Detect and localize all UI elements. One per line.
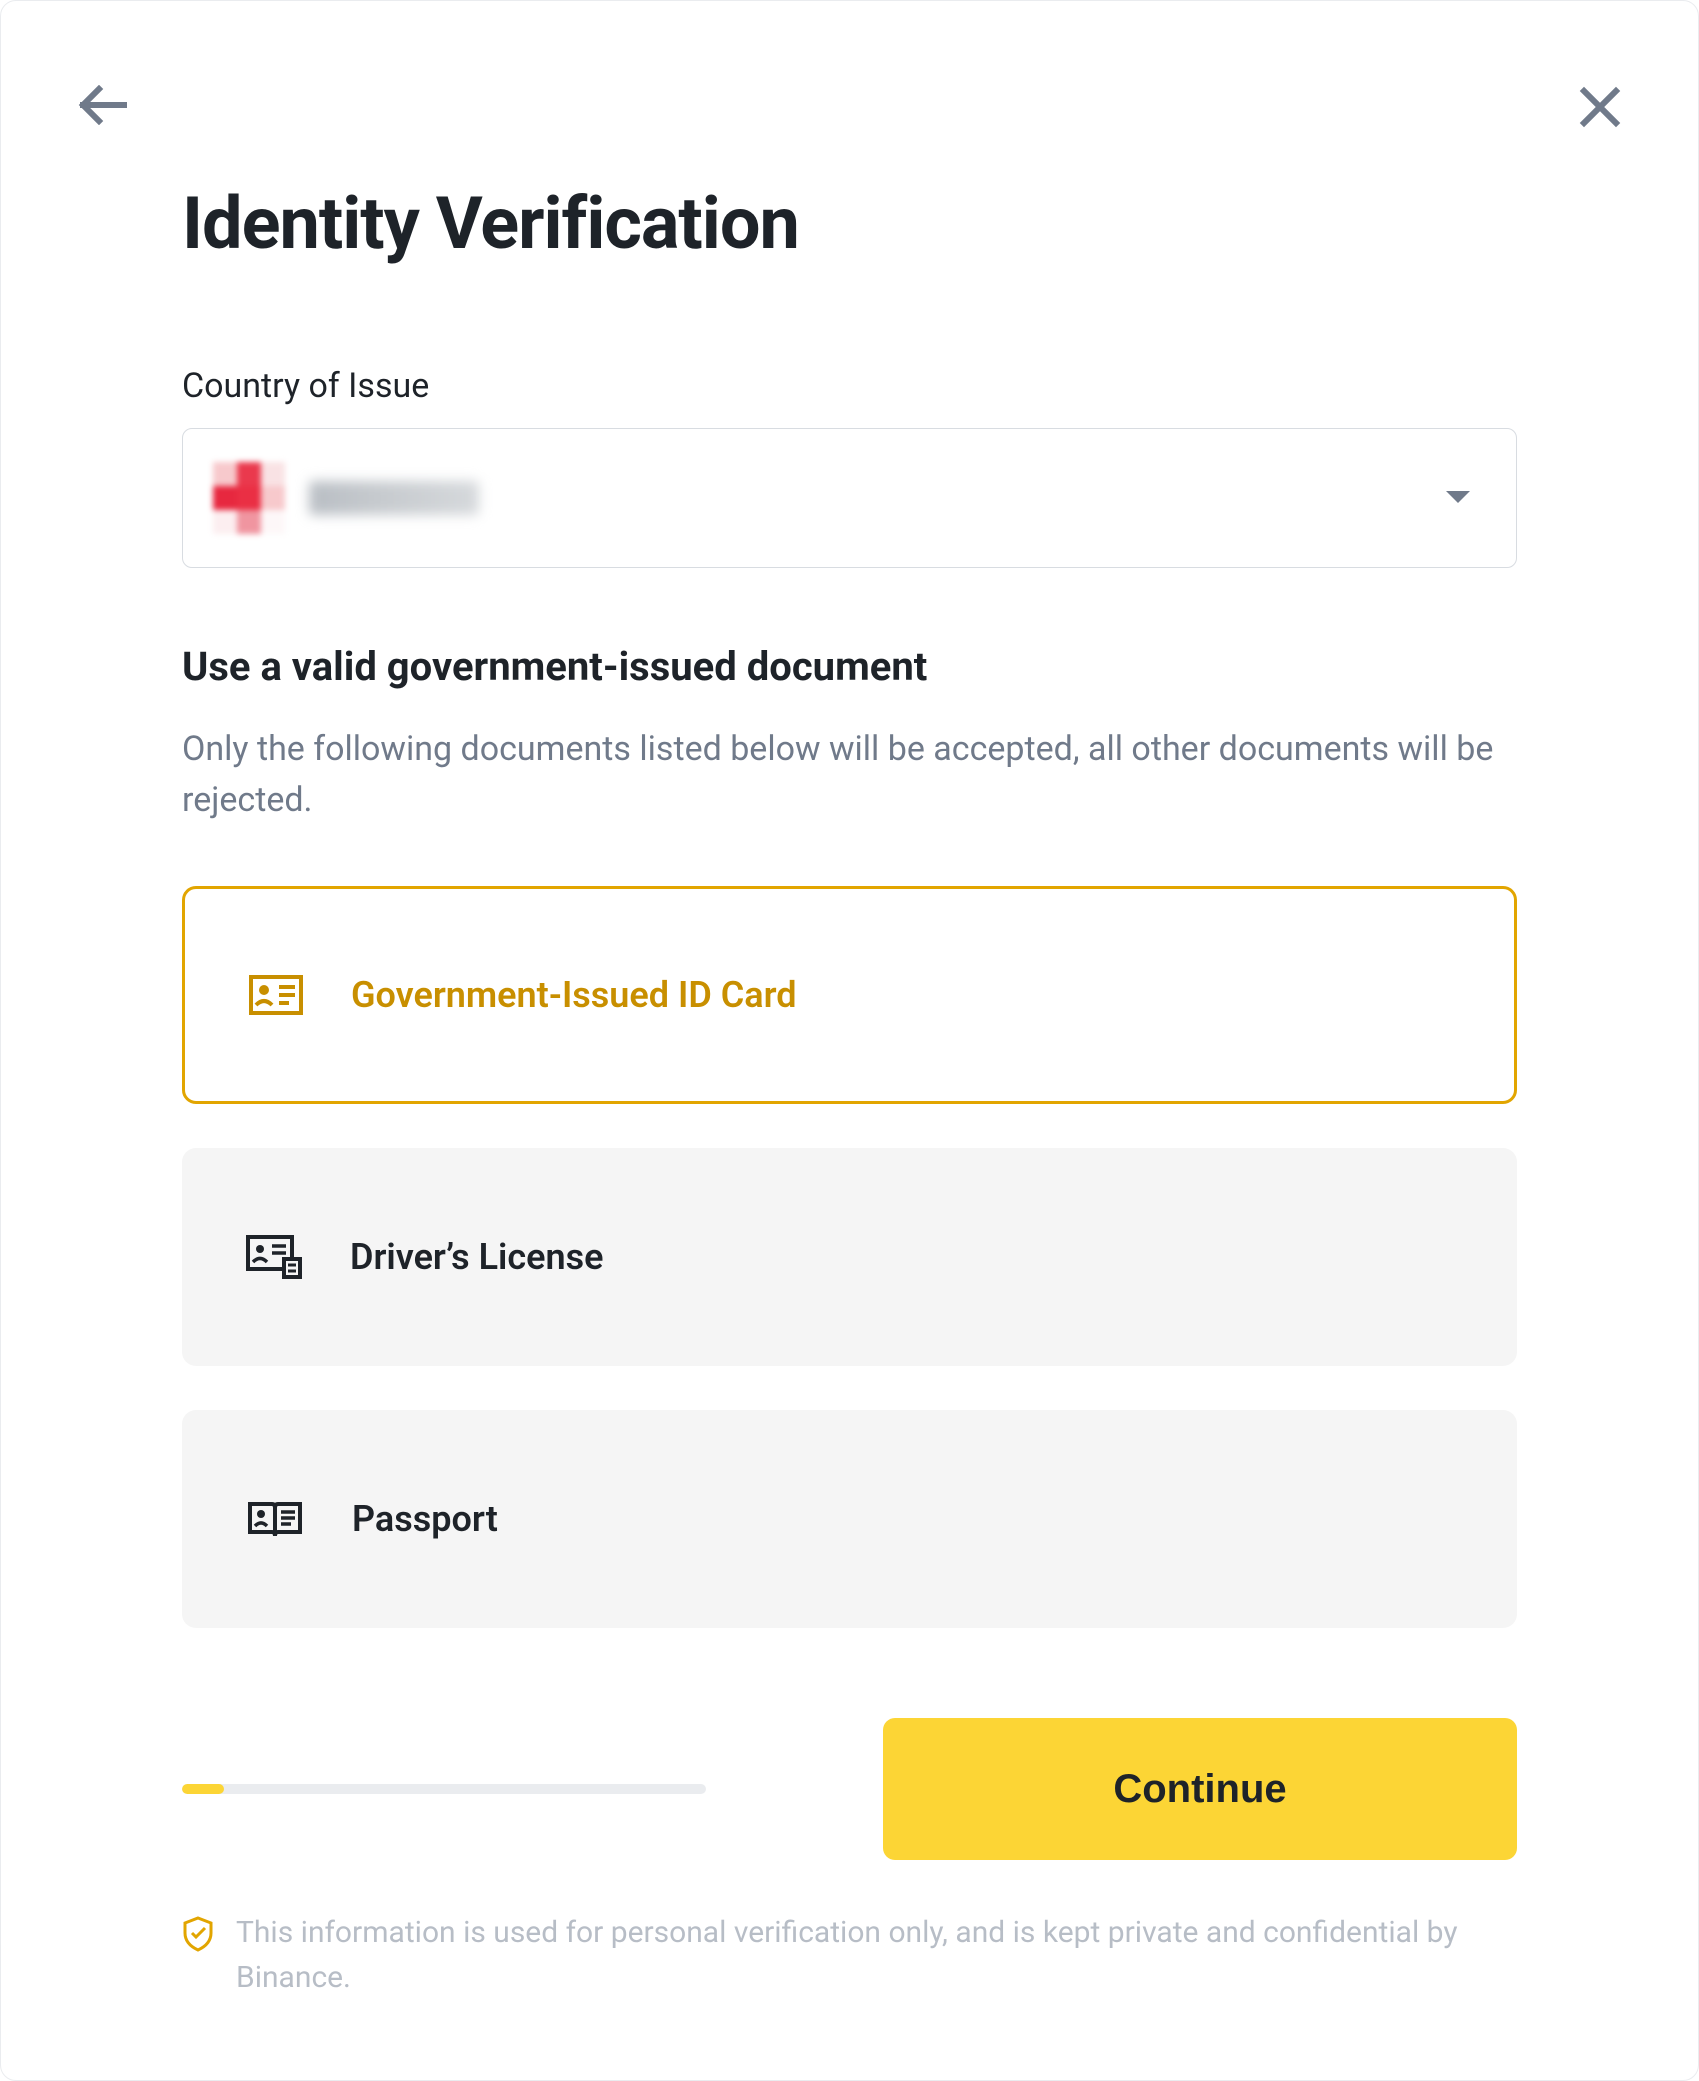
drivers-license-icon — [246, 1235, 302, 1279]
document-option-label: Government-Issued ID Card — [351, 974, 797, 1016]
document-section-heading: Use a valid government-issued document — [182, 643, 1517, 690]
progress-fill — [182, 1784, 224, 1794]
document-options-list: Government-Issued ID Card Driver’ — [182, 886, 1517, 1628]
modal-content: Identity Verification Country of Issue U… — [182, 71, 1517, 2000]
back-button[interactable] — [77, 85, 127, 129]
identity-verification-modal: Identity Verification Country of Issue U… — [0, 0, 1699, 2081]
close-button[interactable] — [1578, 85, 1622, 133]
document-option-drivers-license[interactable]: Driver’s License — [182, 1148, 1517, 1366]
footer-row: Continue — [182, 1718, 1517, 1860]
country-flag-redacted — [213, 462, 285, 534]
privacy-note: This information is used for personal ve… — [182, 1910, 1517, 2000]
privacy-text: This information is used for personal ve… — [236, 1910, 1517, 2000]
country-name-redacted — [309, 481, 479, 515]
passport-icon — [246, 1498, 304, 1540]
close-icon — [1578, 85, 1622, 129]
id-card-icon — [249, 975, 303, 1015]
progress-bar — [182, 1784, 706, 1794]
country-select[interactable] — [182, 428, 1517, 568]
page-title: Identity Verification — [182, 181, 1517, 266]
continue-button[interactable]: Continue — [883, 1718, 1517, 1860]
country-selected-value — [213, 462, 479, 534]
arrow-left-icon — [77, 85, 127, 125]
document-option-id-card[interactable]: Government-Issued ID Card — [182, 886, 1517, 1104]
country-label: Country of Issue — [182, 366, 1517, 406]
document-option-label: Driver’s License — [350, 1236, 604, 1278]
document-option-passport[interactable]: Passport — [182, 1410, 1517, 1628]
shield-check-icon — [182, 1916, 214, 1952]
chevron-down-icon — [1444, 489, 1472, 507]
document-option-label: Passport — [352, 1498, 498, 1540]
document-section-description: Only the following documents listed belo… — [182, 724, 1517, 826]
